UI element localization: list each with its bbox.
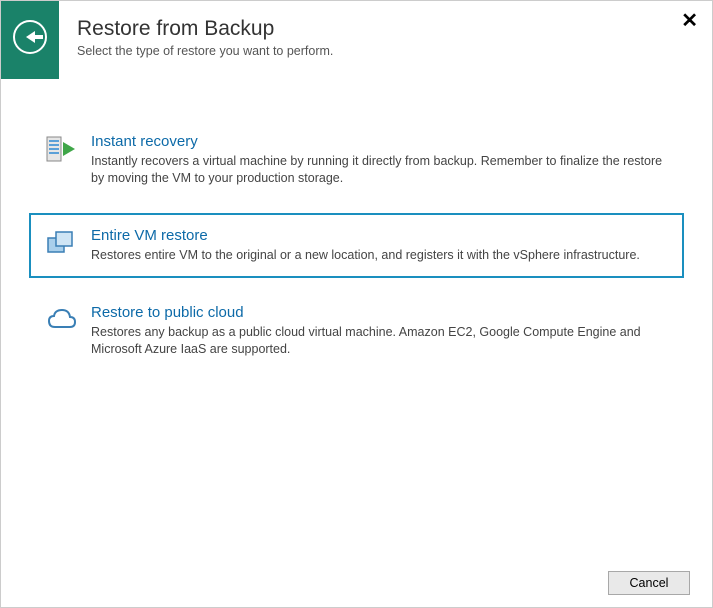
option-desc: Restores any backup as a public cloud vi… [91,324,670,358]
option-title: Instant recovery [91,133,670,151]
cancel-button[interactable]: Cancel [608,571,690,595]
back-arrow-icon [13,20,47,54]
back-button[interactable] [1,1,59,79]
page-subtitle: Select the type of restore you want to p… [77,44,333,58]
option-restore-public-cloud[interactable]: Restore to public cloud Restores any bac… [29,290,684,372]
option-entire-vm-restore[interactable]: Entire VM restore Restores entire VM to … [29,213,684,278]
header-text: Restore from Backup Select the type of r… [59,1,333,58]
entire-vm-icon [43,227,81,259]
page-title: Restore from Backup [77,15,333,42]
option-desc: Restores entire VM to the original or a … [91,247,670,264]
cloud-icon [43,304,81,336]
instant-recovery-icon [43,133,81,165]
footer: Cancel [608,571,690,595]
option-body: Restore to public cloud Restores any bac… [91,304,670,358]
option-body: Instant recovery Instantly recovers a vi… [91,133,670,187]
option-desc: Instantly recovers a virtual machine by … [91,153,670,187]
option-title: Entire VM restore [91,227,670,245]
header: Restore from Backup Select the type of r… [1,1,712,79]
option-body: Entire VM restore Restores entire VM to … [91,227,670,264]
option-instant-recovery[interactable]: Instant recovery Instantly recovers a vi… [29,119,684,201]
close-button[interactable]: ✕ [681,11,698,31]
option-title: Restore to public cloud [91,304,670,322]
close-icon: ✕ [681,10,698,32]
options-list: Instant recovery Instantly recovers a vi… [1,79,712,371]
